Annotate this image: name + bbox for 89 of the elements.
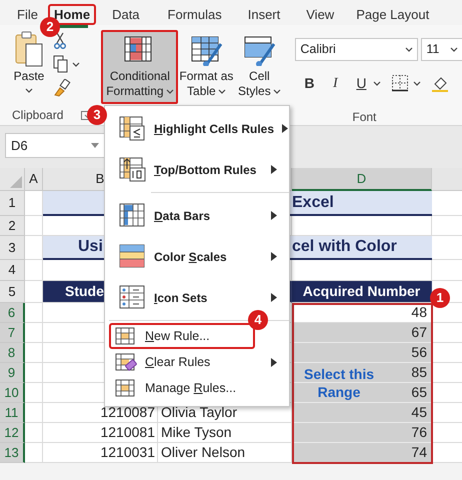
caret-icon <box>25 88 33 93</box>
submenu-arrow-icon <box>271 165 277 174</box>
menu-item[interactable]: Highlight Cells Rules <box>109 108 285 149</box>
cut-button[interactable] <box>53 31 69 49</box>
color-scale-icon <box>119 244 146 269</box>
submenu-arrow-icon <box>282 124 288 133</box>
menu-item[interactable]: Data Bars <box>109 195 285 236</box>
table-cell: Mike Tyson <box>158 423 292 443</box>
column-header[interactable]: D <box>292 168 432 191</box>
row-header[interactable]: 12 <box>0 423 25 443</box>
submenu-arrow-icon <box>271 358 277 366</box>
table-cell: 74 <box>292 443 432 463</box>
row-header[interactable]: 2 <box>0 216 25 236</box>
caret-icon <box>450 47 458 52</box>
font-name-field[interactable]: Calibri <box>295 38 418 61</box>
format-button[interactable]: I <box>327 72 344 94</box>
caret-icon <box>405 47 414 52</box>
row-header[interactable]: 5 <box>0 281 25 303</box>
menu-item[interactable]: New Rule... <box>109 323 255 349</box>
row-header[interactable]: 3 <box>0 236 25 260</box>
group-label: Font <box>352 109 376 126</box>
row-header[interactable]: 11 <box>0 403 25 423</box>
menu-item[interactable]: Clear Rules <box>109 349 285 375</box>
clipboard-icon <box>14 30 44 68</box>
ribbon-tab[interactable]: View <box>294 4 346 25</box>
style-gallery-button[interactable]: Cell Styles <box>234 30 284 104</box>
row-header[interactable]: 4 <box>0 260 25 281</box>
format-button[interactable]: B <box>301 72 318 94</box>
caret-icon <box>272 89 281 94</box>
caret-icon <box>373 80 382 86</box>
caret-icon <box>218 89 226 94</box>
format-button[interactable]: U <box>353 72 370 94</box>
brush-icon <box>53 79 71 97</box>
grid-icon <box>115 378 137 398</box>
row-header[interactable]: 13 <box>0 443 25 463</box>
grid-icon <box>119 157 146 182</box>
borders-button[interactable] <box>391 74 422 92</box>
caret-icon <box>91 143 99 148</box>
ribbon-tab[interactable]: Insert <box>236 4 292 25</box>
table-brush-icon <box>244 36 275 66</box>
copy-button[interactable] <box>53 55 80 73</box>
table-cell: 76 <box>292 423 432 443</box>
caret-icon <box>166 89 174 94</box>
caret-icon <box>72 62 80 66</box>
submenu-arrow-icon <box>271 293 277 302</box>
grid-icon <box>115 326 137 346</box>
table-cell: 1210031 <box>43 443 158 463</box>
table-cell: 56 <box>292 343 432 363</box>
copy-icon <box>53 55 69 73</box>
eraser-icon <box>115 352 137 372</box>
ribbon-tab[interactable]: Formulas <box>156 4 234 25</box>
name-box[interactable]: D6 <box>5 133 105 158</box>
row-header[interactable]: 6 <box>0 303 25 323</box>
table-cell: Acquired Number <box>292 281 432 303</box>
style-gallery-button[interactable]: Format as Table <box>180 30 232 104</box>
caret-icon <box>413 80 422 86</box>
style-gallery-button[interactable]: Conditional Formatting <box>101 30 178 104</box>
table-cell: 67 <box>292 323 432 343</box>
table-cell: Oliver Nelson <box>158 443 292 463</box>
table-cell: 45 <box>292 403 432 423</box>
ribbon-tab[interactable]: Data <box>98 4 154 25</box>
table-cell: 1210081 <box>43 423 158 443</box>
table-brush-icon <box>190 36 222 66</box>
scissors-icon <box>53 32 67 48</box>
menu-item[interactable]: Manage Rules... <box>109 375 285 401</box>
table-cell: Excel <box>292 191 432 216</box>
font-size-field[interactable]: 11 <box>421 38 462 61</box>
row-header[interactable]: 7 <box>0 323 25 343</box>
format-painter-button[interactable] <box>53 79 71 97</box>
grid-icon <box>119 116 146 141</box>
row-header[interactable]: 9 <box>0 363 25 383</box>
table-cell <box>25 423 43 443</box>
table-cell <box>25 403 43 423</box>
borders-icon <box>391 74 410 92</box>
list-icon <box>119 285 146 310</box>
row-header[interactable]: 1 <box>0 191 25 216</box>
ribbon-tab[interactable]: Page Layout <box>348 4 438 25</box>
submenu-arrow-icon <box>271 252 277 261</box>
column-header[interactable]: A <box>25 168 43 191</box>
range-note: Select this Range <box>302 365 376 401</box>
table-cell: cel with Color <box>292 236 432 260</box>
launcher-icon <box>81 110 90 120</box>
submenu-arrow-icon <box>271 211 277 220</box>
table-cell <box>25 443 43 463</box>
group-label: Clipboard <box>12 107 64 124</box>
bar-grid-icon <box>119 203 146 228</box>
select-all-icon <box>10 176 22 188</box>
row-header[interactable]: 8 <box>0 343 25 363</box>
row-header[interactable]: 10 <box>0 383 25 403</box>
